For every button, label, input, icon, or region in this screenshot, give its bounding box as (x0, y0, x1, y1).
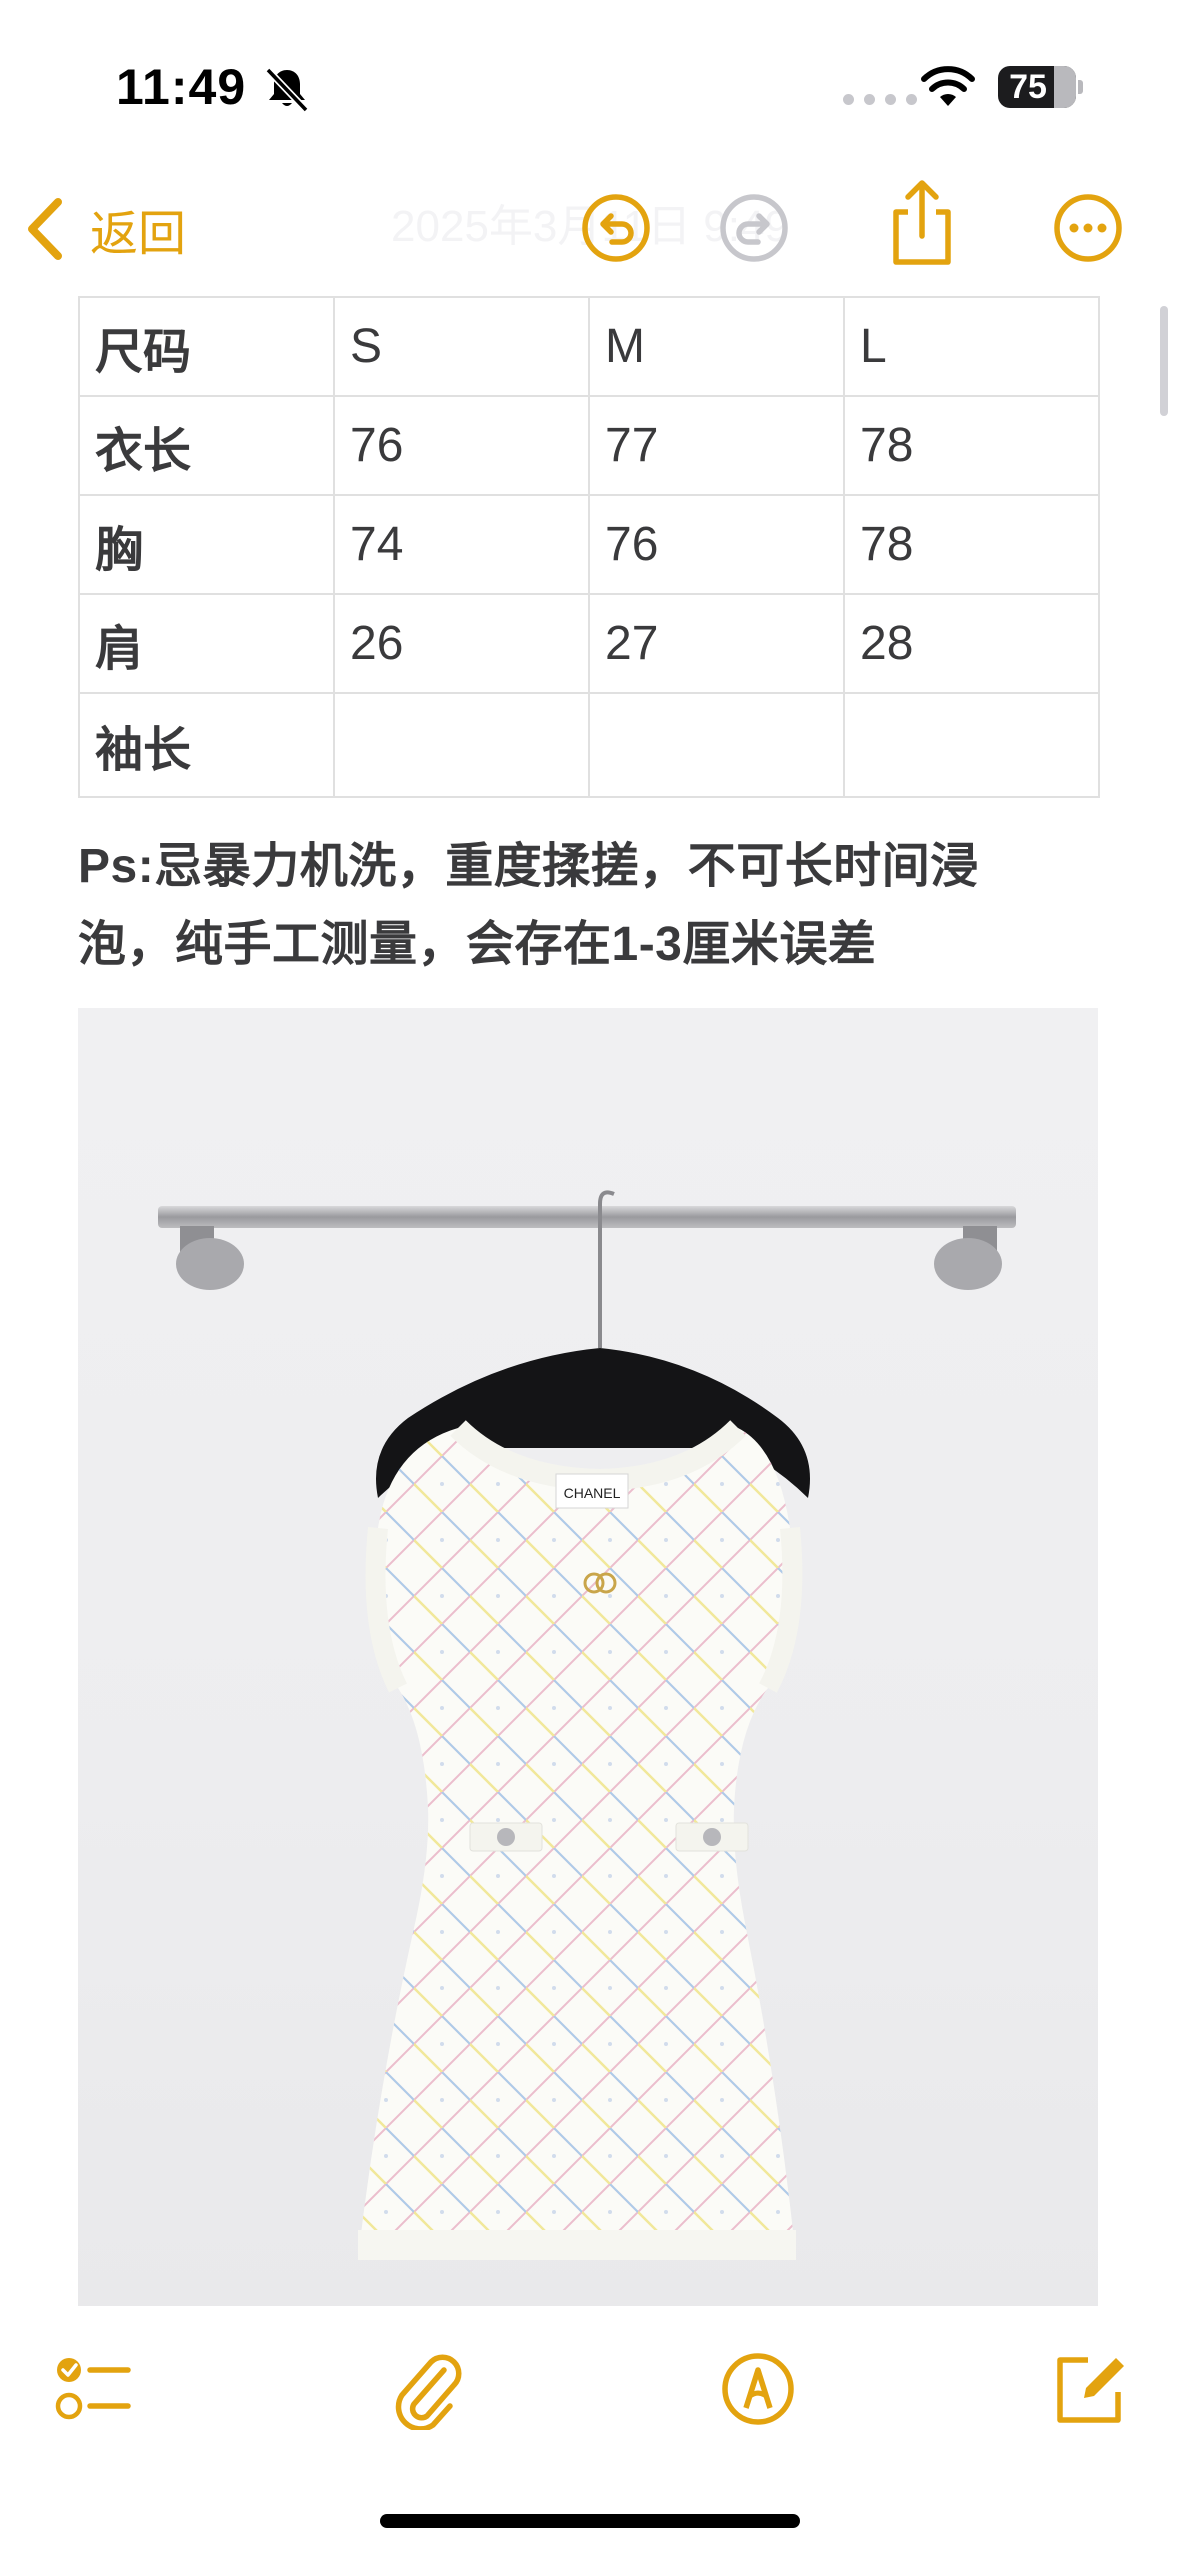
battery-percent: 75 (1009, 68, 1047, 106)
table-cell[interactable] (843, 692, 1100, 798)
more-icon[interactable] (1048, 188, 1128, 268)
product-photo[interactable]: CHANEL (78, 1008, 1098, 2306)
care-note-line-1: Ps:忌暴力机洗，重度揉搓，不可长时间浸 (78, 840, 979, 893)
redo-icon[interactable] (714, 188, 794, 268)
table-cell[interactable] (588, 692, 845, 798)
dress-photo-illustration: CHANEL (158, 1190, 1016, 2260)
table-row: 尺码 S M L (78, 296, 1100, 397)
scroll-indicator[interactable] (1160, 306, 1168, 416)
table-cell[interactable]: 76 (588, 494, 845, 595)
table-cell[interactable]: 胸 (78, 494, 335, 595)
table-cell[interactable]: 74 (333, 494, 590, 595)
undo-icon[interactable] (576, 188, 656, 268)
care-note-text[interactable]: Ps:忌暴力机洗，重度揉搓，不可长时间浸 泡，纯手工测量，会存在1-3厘米误差 (78, 828, 1108, 984)
paperclip-icon[interactable] (386, 2348, 468, 2430)
table-cell[interactable]: 尺码 (78, 296, 335, 397)
bottom-toolbar (0, 2306, 1179, 2556)
garment-label: CHANEL (564, 1485, 621, 1501)
table-cell[interactable] (333, 692, 590, 798)
table-row: 胸 74 76 78 (78, 494, 1100, 595)
note-body[interactable]: 尺码 S M L 衣长 76 77 78 胸 74 76 78 肩 26 27 … (0, 290, 1179, 2306)
share-icon[interactable] (880, 178, 964, 268)
home-indicator[interactable] (380, 2514, 800, 2528)
size-table[interactable]: 尺码 S M L 衣长 76 77 78 胸 74 76 78 肩 26 27 … (78, 296, 1100, 798)
status-bar: 11:49 75 (0, 0, 1179, 170)
status-time: 11:49 (116, 59, 247, 115)
table-cell[interactable]: S (333, 296, 590, 397)
table-row: 衣长 76 77 78 (78, 395, 1100, 496)
battery-cap (1078, 80, 1083, 94)
table-cell[interactable]: 27 (588, 593, 845, 694)
care-note-line-2: 泡，纯手工测量，会存在1-3厘米误差 (78, 918, 877, 971)
table-cell[interactable]: 78 (843, 395, 1100, 496)
wifi-icon (921, 66, 975, 106)
table-cell[interactable]: 77 (588, 395, 845, 496)
table-cell[interactable]: 78 (843, 494, 1100, 595)
table-cell[interactable]: 衣长 (78, 395, 335, 496)
table-cell[interactable]: 76 (333, 395, 590, 496)
markup-icon[interactable] (717, 2348, 799, 2430)
chevron-left-icon (28, 198, 62, 260)
table-cell[interactable]: 28 (843, 593, 1100, 694)
table-cell[interactable]: 26 (333, 593, 590, 694)
table-cell[interactable]: 袖长 (78, 692, 335, 798)
table-row: 肩 26 27 28 (78, 593, 1100, 694)
compose-icon[interactable] (1048, 2348, 1130, 2430)
back-label: 返回 (90, 208, 187, 261)
checklist-icon[interactable] (52, 2348, 134, 2430)
cellular-signal-icon (843, 94, 917, 105)
table-cell[interactable]: 肩 (78, 593, 335, 694)
table-cell[interactable]: M (588, 296, 845, 397)
table-cell[interactable]: L (843, 296, 1100, 397)
back-button[interactable]: 返回 (22, 192, 186, 266)
table-row: 袖长 (78, 692, 1100, 798)
nav-bar: 返回 2025年3月11日 9:49 (0, 170, 1179, 290)
battery-icon: 75 (998, 66, 1076, 108)
bell-slash-icon (265, 67, 309, 113)
